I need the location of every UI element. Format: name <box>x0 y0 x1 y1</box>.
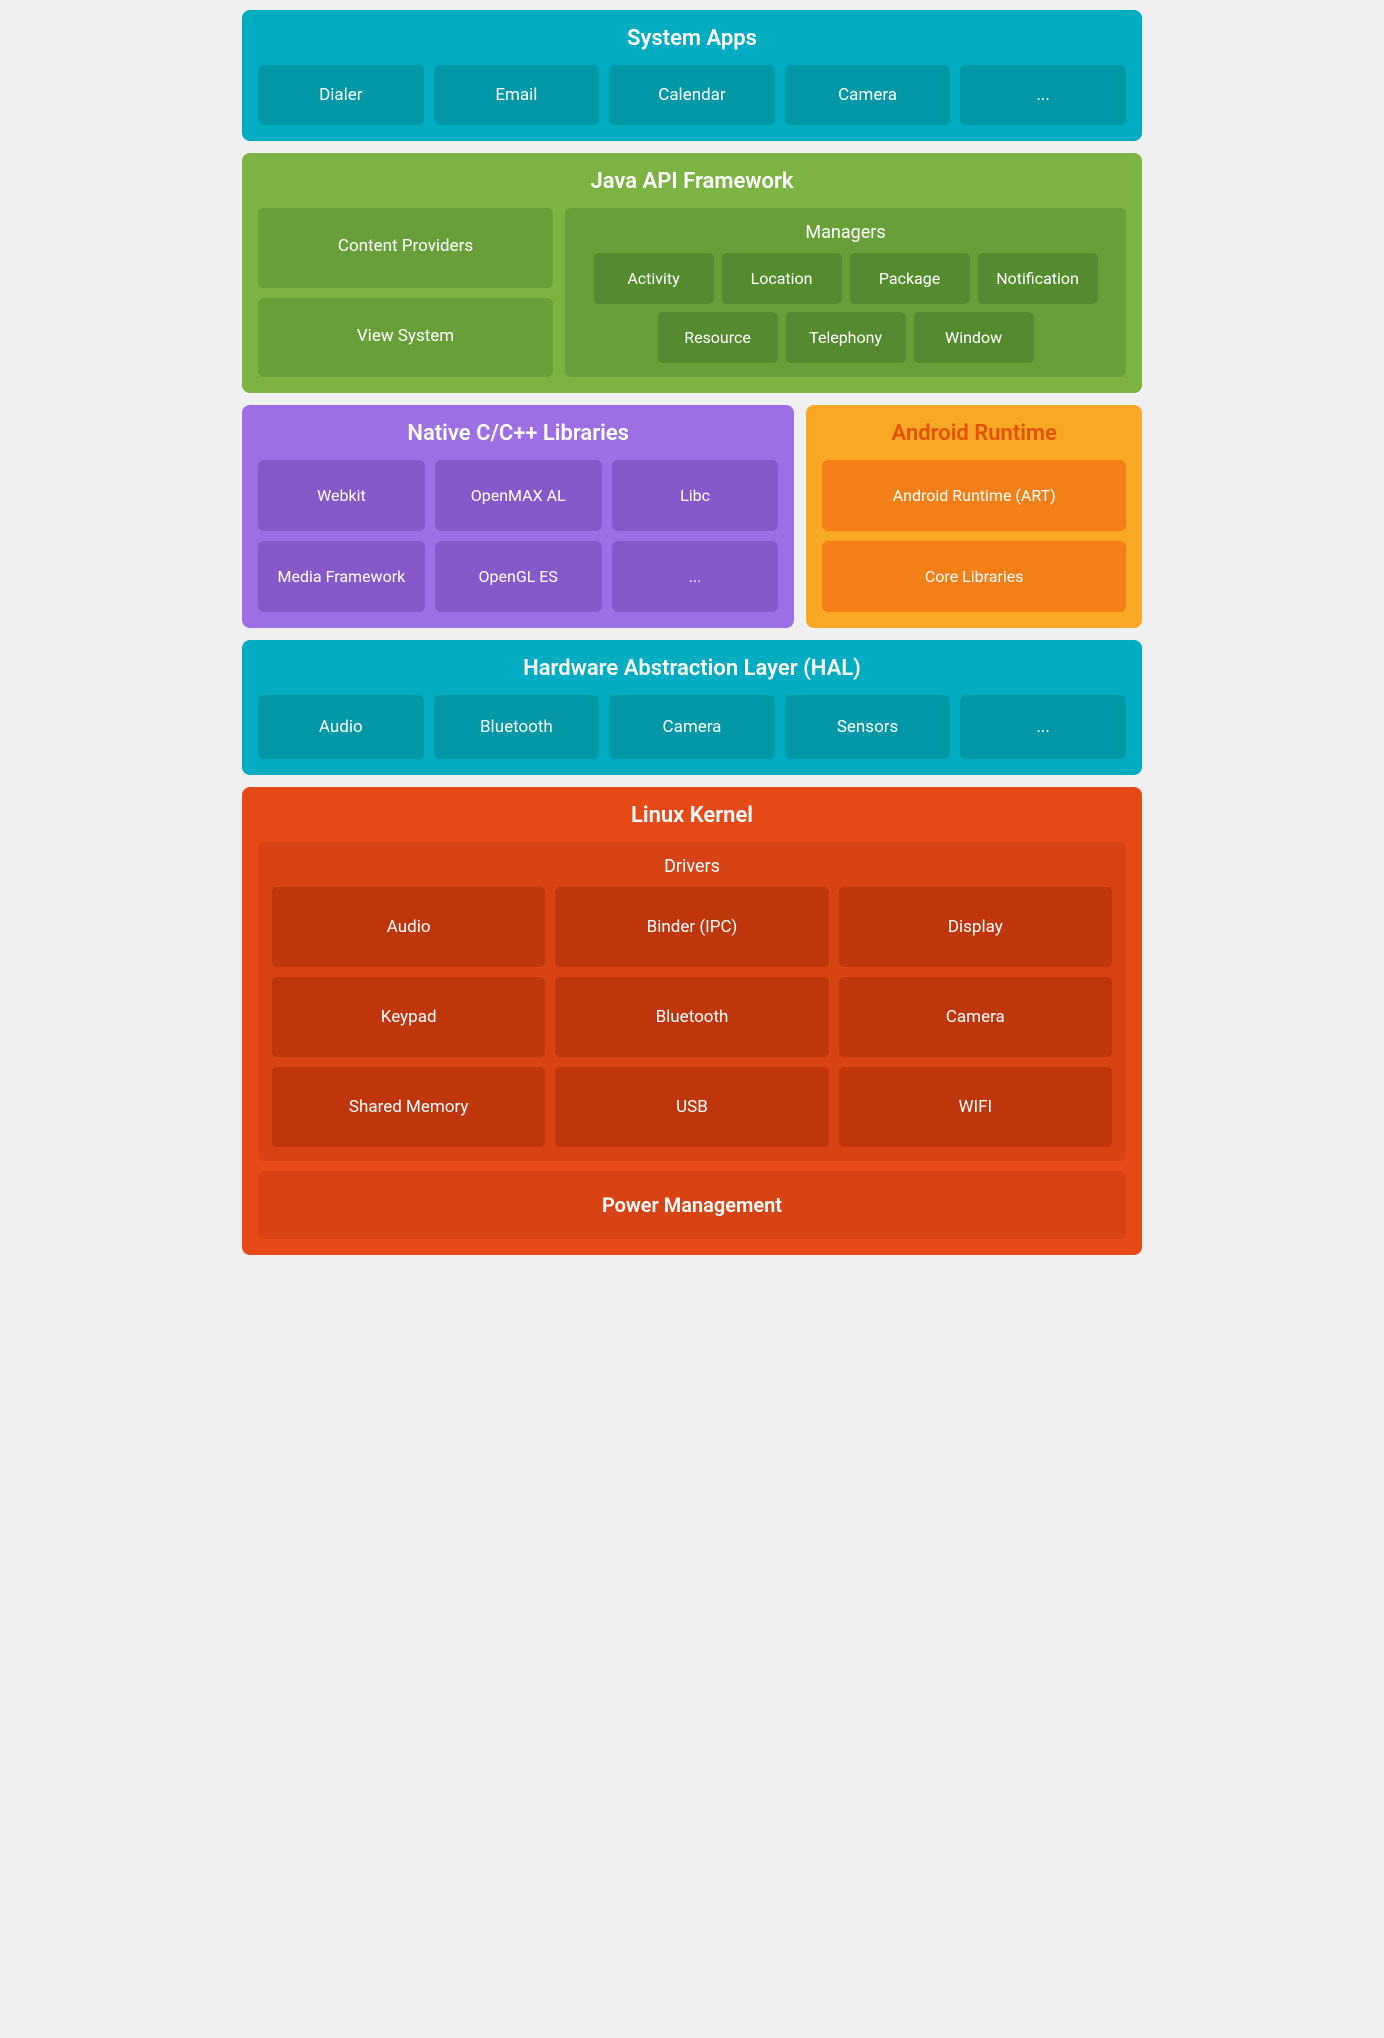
list-item: Media Framework <box>258 541 425 612</box>
list-item: Audio <box>258 695 424 759</box>
list-item: OpenGL ES <box>435 541 602 612</box>
android-runtime-items: Android Runtime (ART) Core Libraries <box>822 460 1126 612</box>
list-item: Keypad <box>272 977 545 1057</box>
view-system-item: View System <box>258 298 553 378</box>
list-item: Telephony <box>786 312 906 363</box>
list-item: Binder (IPC) <box>555 887 828 967</box>
list-item: Dialer <box>258 65 424 125</box>
content-providers-item: Content Providers <box>258 208 553 288</box>
drivers-box: Drivers Audio Binder (IPC) Display Keypa… <box>258 842 1126 1161</box>
system-apps-items: Dialer Email Calendar Camera ... <box>258 65 1126 125</box>
list-item: Sensors <box>785 695 951 759</box>
list-item: Resource <box>658 312 778 363</box>
native-cpp-items: Webkit OpenMAX AL Libc Media Framework O… <box>258 460 778 612</box>
managers-row-2: Resource Telephony Window <box>579 312 1112 363</box>
list-item: Calendar <box>609 65 775 125</box>
managers-title: Managers <box>579 222 1112 243</box>
list-item: Window <box>914 312 1034 363</box>
list-item: Camera <box>609 695 775 759</box>
hal-layer: Hardware Abstraction Layer (HAL) Audio B… <box>242 640 1142 775</box>
managers-grid: Activity Location Package Notification R… <box>579 253 1112 363</box>
list-item: Camera <box>839 977 1112 1057</box>
list-item: WIFI <box>839 1067 1112 1147</box>
list-item: Android Runtime (ART) <box>822 460 1126 531</box>
list-item: USB <box>555 1067 828 1147</box>
native-runtime-row: Native C/C++ Libraries Webkit OpenMAX AL… <box>242 405 1142 628</box>
system-apps-layer: System Apps Dialer Email Calendar Camera… <box>242 10 1142 141</box>
hal-items: Audio Bluetooth Camera Sensors ... <box>258 695 1126 759</box>
java-api-content: Content Providers View System Managers A… <box>258 208 1126 377</box>
list-item: Bluetooth <box>555 977 828 1057</box>
native-cpp-layer: Native C/C++ Libraries Webkit OpenMAX AL… <box>242 405 794 628</box>
linux-kernel-layer: Linux Kernel Drivers Audio Binder (IPC) … <box>242 787 1142 1255</box>
drivers-title: Drivers <box>272 856 1112 877</box>
list-item: Audio <box>272 887 545 967</box>
list-item: Camera <box>785 65 951 125</box>
list-item: ... <box>960 695 1126 759</box>
power-management-item: Power Management <box>258 1171 1126 1239</box>
java-api-title: Java API Framework <box>258 169 1126 194</box>
android-runtime-layer: Android Runtime Android Runtime (ART) Co… <box>806 405 1142 628</box>
list-item: Package <box>850 253 970 304</box>
android-architecture-diagram: System Apps Dialer Email Calendar Camera… <box>242 10 1142 1255</box>
list-item: ... <box>960 65 1126 125</box>
list-item: Display <box>839 887 1112 967</box>
list-item: Webkit <box>258 460 425 531</box>
list-item: Core Libraries <box>822 541 1126 612</box>
list-item: Bluetooth <box>434 695 600 759</box>
hal-title: Hardware Abstraction Layer (HAL) <box>258 656 1126 681</box>
system-apps-title: System Apps <box>258 26 1126 51</box>
android-runtime-title: Android Runtime <box>822 421 1126 446</box>
list-item: OpenMAX AL <box>435 460 602 531</box>
linux-kernel-title: Linux Kernel <box>258 803 1126 828</box>
drivers-grid: Audio Binder (IPC) Display Keypad Blueto… <box>272 887 1112 1147</box>
java-api-left: Content Providers View System <box>258 208 553 377</box>
list-item: Notification <box>978 253 1098 304</box>
native-cpp-title: Native C/C++ Libraries <box>258 421 778 446</box>
list-item: Libc <box>612 460 779 531</box>
list-item: Activity <box>594 253 714 304</box>
managers-row-1: Activity Location Package Notification <box>579 253 1112 304</box>
list-item: Shared Memory <box>272 1067 545 1147</box>
list-item: Location <box>722 253 842 304</box>
java-api-layer: Java API Framework Content Providers Vie… <box>242 153 1142 393</box>
managers-box: Managers Activity Location Package Notif… <box>565 208 1126 377</box>
list-item: ... <box>612 541 779 612</box>
list-item: Email <box>434 65 600 125</box>
